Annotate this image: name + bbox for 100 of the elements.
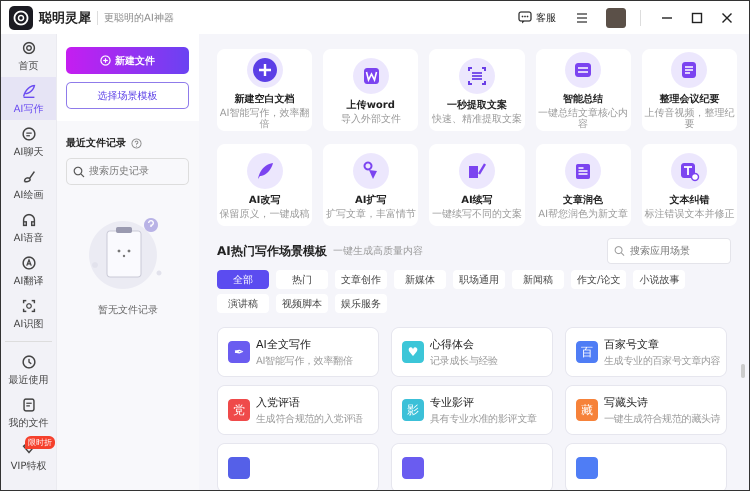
scan-text-icon xyxy=(456,56,497,96)
template-icon: 影 xyxy=(402,399,424,421)
category-chip[interactable]: 视频脚本 xyxy=(276,294,328,313)
template-card[interactable]: ✒ AI全文写作 AI智能写作，效率翻倍 xyxy=(217,327,379,377)
category-chip[interactable]: 小说故事 xyxy=(633,270,686,289)
category-chip[interactable]: 全部 xyxy=(217,270,269,289)
category-chip[interactable]: 职场通用 xyxy=(453,270,505,289)
tool-card[interactable]: 一秒提取文案 快速、精准提取文案 xyxy=(429,49,525,131)
nav-item[interactable]: 我的文件 xyxy=(1,391,56,434)
template-description: 记录成长与经验 xyxy=(430,354,498,368)
template-title: 入党评语 xyxy=(256,394,301,410)
clock-icon xyxy=(20,352,38,370)
document-lines-icon xyxy=(563,150,604,190)
scrollbar-thumb[interactable] xyxy=(741,364,745,378)
search-icon xyxy=(614,246,625,256)
nav-item[interactable]: 限时折 VIP特权 xyxy=(1,434,56,477)
category-chip[interactable]: 热门 xyxy=(276,270,328,289)
nav-item[interactable]: AI聊天 xyxy=(1,120,56,163)
template-title: 心得体会 xyxy=(430,336,475,352)
chat-bubble-icon xyxy=(20,124,38,142)
app-name: 聪明灵犀 xyxy=(39,10,91,26)
tool-title: 新建空白文档 xyxy=(234,92,295,106)
template-card[interactable]: ♥ 心得体会 记录成长与经验 xyxy=(391,327,553,377)
template-description: 生成专业的百家号文章内容 xyxy=(604,354,718,368)
category-chip[interactable]: 文章创作 xyxy=(335,270,387,289)
category-chip[interactable]: 娱乐服务 xyxy=(335,294,387,313)
template-search-field[interactable]: 搜索应用场景 xyxy=(607,238,731,264)
tool-card[interactable]: 智能总结 一键总结文章核心内容 xyxy=(536,49,631,131)
category-chip[interactable]: 新媒体 xyxy=(394,270,446,289)
nav-item[interactable]: AI识图 xyxy=(1,292,56,335)
tool-title: 上传word xyxy=(346,98,395,112)
category-chip[interactable]: 演讲稿 xyxy=(217,294,269,313)
tool-card[interactable]: AI续写 一键续写不同的文案 xyxy=(429,144,525,226)
nav-item[interactable]: AI翻译 xyxy=(1,249,56,292)
tool-title: 智能总结 xyxy=(563,92,604,106)
template-description: 具有专业水准的影评文章 xyxy=(430,412,537,426)
avatar-photo-placeholder[interactable] xyxy=(606,8,626,28)
letter-a-icon xyxy=(20,254,38,272)
template-card[interactable] xyxy=(217,443,379,490)
section-title: AI热门写作场景模板 xyxy=(217,242,327,260)
app-tagline: 更聪明的AI神器 xyxy=(97,10,174,24)
text-correct-icon xyxy=(669,150,710,190)
tool-card[interactable]: AI改写 保留原义，一键成稿 xyxy=(217,144,312,226)
template-icon: ♥ xyxy=(402,341,424,363)
choose-template-button[interactable]: 选择场景模板 xyxy=(66,82,189,109)
empty-state-text: 暂无文件记录 xyxy=(98,304,158,317)
feather-icon xyxy=(244,150,285,190)
menu-icon xyxy=(576,12,588,22)
close-icon xyxy=(721,12,733,24)
template-card[interactable] xyxy=(565,443,727,490)
template-card[interactable] xyxy=(391,443,553,490)
tool-title: AI改写 xyxy=(248,194,280,206)
tool-title: 整理会议纪要 xyxy=(659,92,720,106)
section-subtitle: 一键生成高质量内容 xyxy=(332,244,423,258)
chat-icon xyxy=(518,11,532,24)
template-icon: ✒ xyxy=(228,341,250,363)
tool-description: 快速、精准提取文案 xyxy=(430,114,523,124)
tool-title: AI续写 xyxy=(461,194,493,206)
tool-description: 标注错误文本并修正 xyxy=(643,208,736,220)
maximize-icon xyxy=(691,12,703,24)
tool-card[interactable]: 文章润色 AI帮您润色为新文章 xyxy=(536,144,631,226)
nav-item[interactable]: 首页 xyxy=(1,34,56,77)
section-title: 最近文件记录 xyxy=(66,136,126,150)
nav-item[interactable]: 最近使用 xyxy=(1,348,56,391)
help-icon xyxy=(131,138,142,148)
template-icon: 百 xyxy=(576,341,598,363)
tool-description: 上传音视频，整理纪要 xyxy=(643,108,736,130)
template-title: 写藏头诗 xyxy=(604,394,649,410)
template-title: 专业影评 xyxy=(430,394,475,410)
tool-card[interactable]: 整理会议纪要 上传音视频，整理纪要 xyxy=(642,49,737,131)
tool-description: 保留原义，一键成稿 xyxy=(218,208,311,220)
tool-card[interactable]: 新建空白文档 AI智能写作，效率翻倍 xyxy=(217,49,312,131)
template-icon: 藏 xyxy=(576,399,598,421)
tool-card[interactable]: AI扩写 扩写文章，丰富情节 xyxy=(323,144,418,226)
template-title: 百家号文章 xyxy=(604,336,660,352)
category-chip[interactable]: 新闻稿 xyxy=(512,270,564,289)
nav-item[interactable]: AI语音 xyxy=(1,206,56,249)
category-chip[interactable]: 作文/论文 xyxy=(571,270,626,289)
tool-title: 文本纠错 xyxy=(669,194,710,206)
tool-title: 一秒提取文案 xyxy=(446,98,507,112)
tool-card[interactable]: 文本纠错 标注错误文本并修正 xyxy=(642,144,737,226)
template-description: AI智能写作，效率翻倍 xyxy=(256,354,352,368)
nav-item[interactable]: AI写作 xyxy=(1,77,56,120)
template-icon: 党 xyxy=(228,399,250,421)
tool-description: 一键总结文章核心内容 xyxy=(537,108,630,130)
app-logo-icon xyxy=(9,6,33,30)
tool-description: 导入外部文件 xyxy=(340,114,402,124)
search-icon xyxy=(73,166,85,178)
history-search-field[interactable]: 搜索历史记录 xyxy=(66,158,189,185)
plus-icon xyxy=(244,50,285,90)
tool-title: AI扩写 xyxy=(355,193,387,206)
plus-circle-icon xyxy=(100,55,111,66)
new-file-button[interactable]: 新建文件 xyxy=(66,47,189,74)
nav-item[interactable]: AI绘画 xyxy=(1,163,56,206)
template-title: AI全文写作 xyxy=(256,336,312,352)
tool-description: 一键续写不同的文案 xyxy=(430,208,523,220)
tool-card[interactable]: 上传word 导入外部文件 xyxy=(323,49,418,131)
tool-description: AI智能写作，效率翻倍 xyxy=(218,108,310,130)
customer-service-button[interactable]: 客服 xyxy=(518,10,556,24)
tool-description: AI帮您润色为新文章 xyxy=(537,208,630,220)
